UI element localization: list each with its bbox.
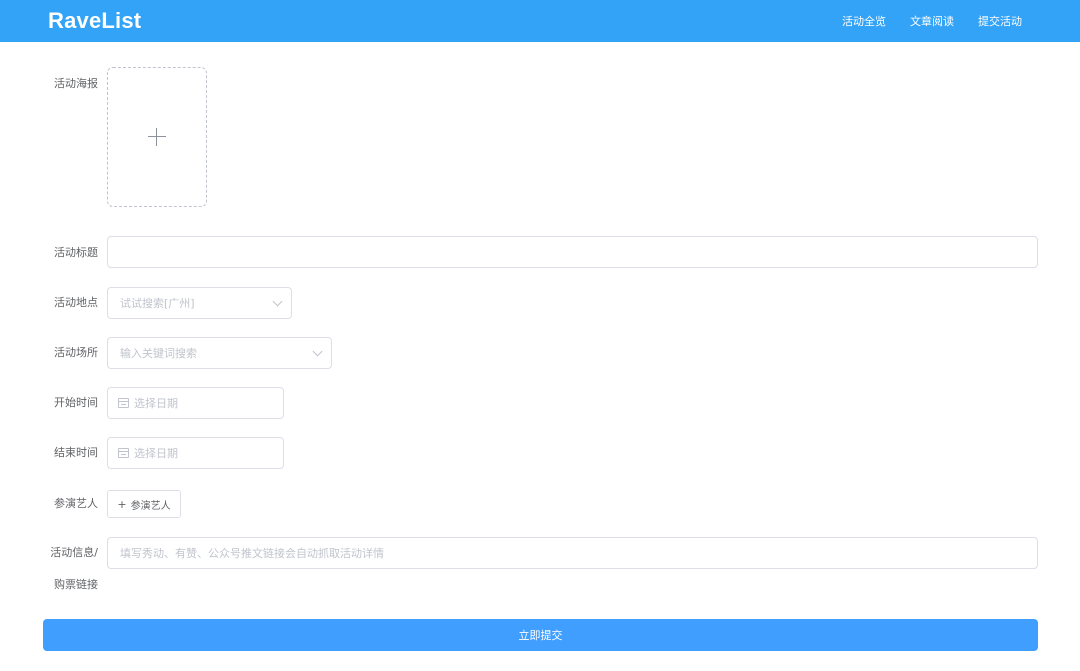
info-label-line2: 购票链接 <box>54 578 98 591</box>
plus-icon <box>148 128 166 146</box>
submit-button[interactable]: 立即提交 <box>43 619 1038 651</box>
artists-label: 参演艺人 <box>54 497 98 510</box>
venue-label: 活动场所 <box>54 346 98 359</box>
end-date-picker[interactable]: 选择日期 <box>107 437 284 469</box>
end-date-placeholder: 选择日期 <box>134 447 178 460</box>
brand-logo[interactable]: RaveList <box>48 6 141 36</box>
add-artist-button[interactable]: + 参演艺人 <box>107 490 181 518</box>
poster-upload[interactable] <box>107 67 207 207</box>
start-time-label: 开始时间 <box>54 396 98 409</box>
title-label: 活动标题 <box>54 246 98 259</box>
nav-links: 活动全览 文章阅读 提交活动 <box>842 0 1022 42</box>
venue-select[interactable]: 输入关键词搜索 <box>107 337 332 369</box>
info-link-input[interactable]: 填写秀动、有赞、公众号推文链接会自动抓取活动详情 <box>107 537 1038 569</box>
location-label: 活动地点 <box>54 296 98 309</box>
start-date-placeholder: 选择日期 <box>134 397 178 410</box>
venue-placeholder: 输入关键词搜索 <box>120 347 197 360</box>
start-date-picker[interactable]: 选择日期 <box>107 387 284 419</box>
end-time-label: 结束时间 <box>54 446 98 459</box>
add-artist-button-label: 参演艺人 <box>130 500 171 512</box>
location-select[interactable]: 试试搜索[广州] <box>107 287 292 319</box>
calendar-icon <box>118 398 129 408</box>
location-placeholder: 试试搜索[广州] <box>120 297 195 310</box>
calendar-icon <box>118 448 129 458</box>
nav-item-articles[interactable]: 文章阅读 <box>910 13 954 29</box>
title-input[interactable] <box>107 236 1038 268</box>
chevron-down-icon <box>312 346 323 357</box>
info-label-line1: 活动信息/ <box>50 546 98 559</box>
nav-item-overview[interactable]: 活动全览 <box>842 13 886 29</box>
chevron-down-icon <box>272 296 283 307</box>
submit-button-label: 立即提交 <box>518 629 563 642</box>
poster-label: 活动海报 <box>54 77 98 90</box>
plus-icon: + <box>117 497 127 511</box>
info-link-placeholder: 填写秀动、有赞、公众号推文链接会自动抓取活动详情 <box>120 547 384 560</box>
nav-item-submit[interactable]: 提交活动 <box>978 13 1022 29</box>
top-navbar: RaveList 活动全览 文章阅读 提交活动 <box>0 0 1080 42</box>
